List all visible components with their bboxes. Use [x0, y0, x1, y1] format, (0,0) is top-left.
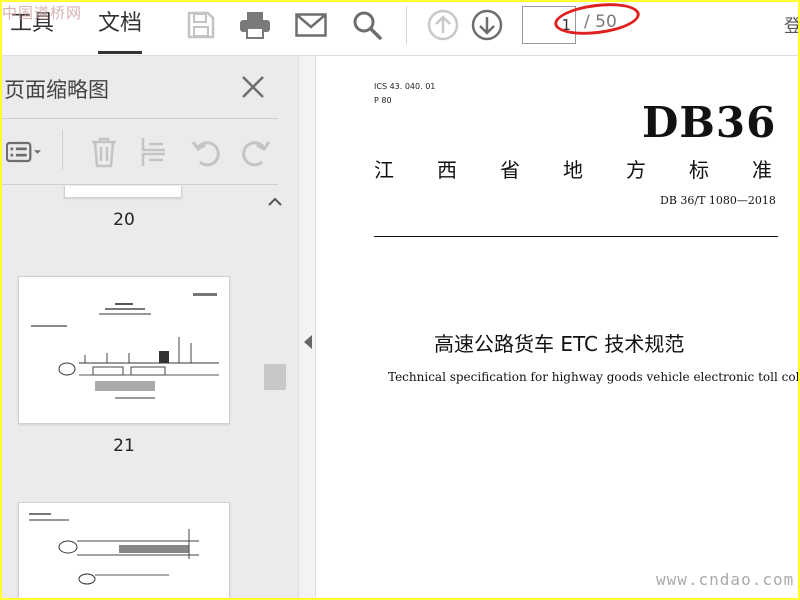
app-window: 工具 文档 / 50 登 中国道桥网 页面缩略图 [2, 2, 798, 598]
p-code: P 80 [374, 96, 392, 105]
province-standard-heading: 江 西 省 地 方 标 准 [374, 154, 772, 183]
heading-char: 省 [500, 158, 520, 182]
divider [2, 118, 278, 119]
horizontal-rule [374, 236, 778, 237]
thumbnail-label: 21 [113, 436, 135, 456]
rotate-left-icon[interactable] [188, 134, 224, 170]
thumbnail-scrollbar[interactable] [262, 186, 288, 598]
heading-char: 准 [752, 158, 772, 182]
scroll-up-icon[interactable] [264, 192, 286, 212]
collapse-panel-icon[interactable] [302, 334, 314, 350]
scroll-thumb[interactable] [264, 364, 286, 390]
standard-number: DB 36/T 1080—2018 [660, 194, 776, 207]
watermark-top: 中国道桥网 [2, 4, 83, 22]
next-page-icon[interactable] [470, 8, 504, 42]
heading-char: 标 [689, 158, 709, 182]
thumbnail-list: 20 21 [2, 186, 262, 598]
toolbar-divider [406, 6, 407, 44]
heading-char: 西 [437, 158, 457, 182]
thumbnail-label: 20 [113, 210, 135, 230]
print-icon[interactable] [238, 8, 272, 42]
watermark-bottom: www.cndao.com [656, 570, 795, 589]
heading-char: 江 [374, 158, 394, 182]
standard-code: DB36 [642, 98, 777, 147]
sign-in-label[interactable]: 登 [784, 12, 798, 38]
document-page: ICS 43. 040. 01 P 80 DB36 江 西 省 地 方 标 准 … [316, 56, 798, 598]
ics-code: ICS 43. 040. 01 [374, 82, 436, 91]
thumbnail-drawing [31, 293, 219, 399]
thumbnail-page[interactable] [64, 186, 182, 198]
save-icon[interactable] [184, 8, 218, 42]
thumbnail-page[interactable] [18, 502, 230, 598]
previous-page-icon[interactable] [426, 8, 460, 42]
heading-char: 方 [626, 158, 646, 182]
document-title-english: Technical specification for highway good… [388, 370, 798, 384]
heading-char: 地 [563, 158, 583, 182]
thumbnail-options-icon[interactable] [6, 134, 42, 170]
thumbnail-drawing [29, 513, 199, 585]
toolbar: 工具 文档 / 50 登 [2, 2, 798, 56]
document-title-chinese: 高速公路货车 ETC 技术规范 [434, 332, 685, 356]
tab-document[interactable]: 文档 [98, 8, 143, 54]
panel-splitter[interactable] [298, 56, 316, 598]
divider [2, 184, 278, 185]
extract-page-icon[interactable] [136, 134, 172, 170]
sidebar-title: 页面缩略图 [4, 78, 109, 102]
email-icon[interactable] [294, 8, 328, 42]
rotate-right-icon[interactable] [238, 134, 274, 170]
thumbnail-page[interactable] [18, 276, 230, 424]
close-icon[interactable] [238, 72, 268, 102]
divider [62, 130, 63, 170]
delete-icon[interactable] [86, 134, 122, 170]
search-icon[interactable] [350, 8, 384, 42]
